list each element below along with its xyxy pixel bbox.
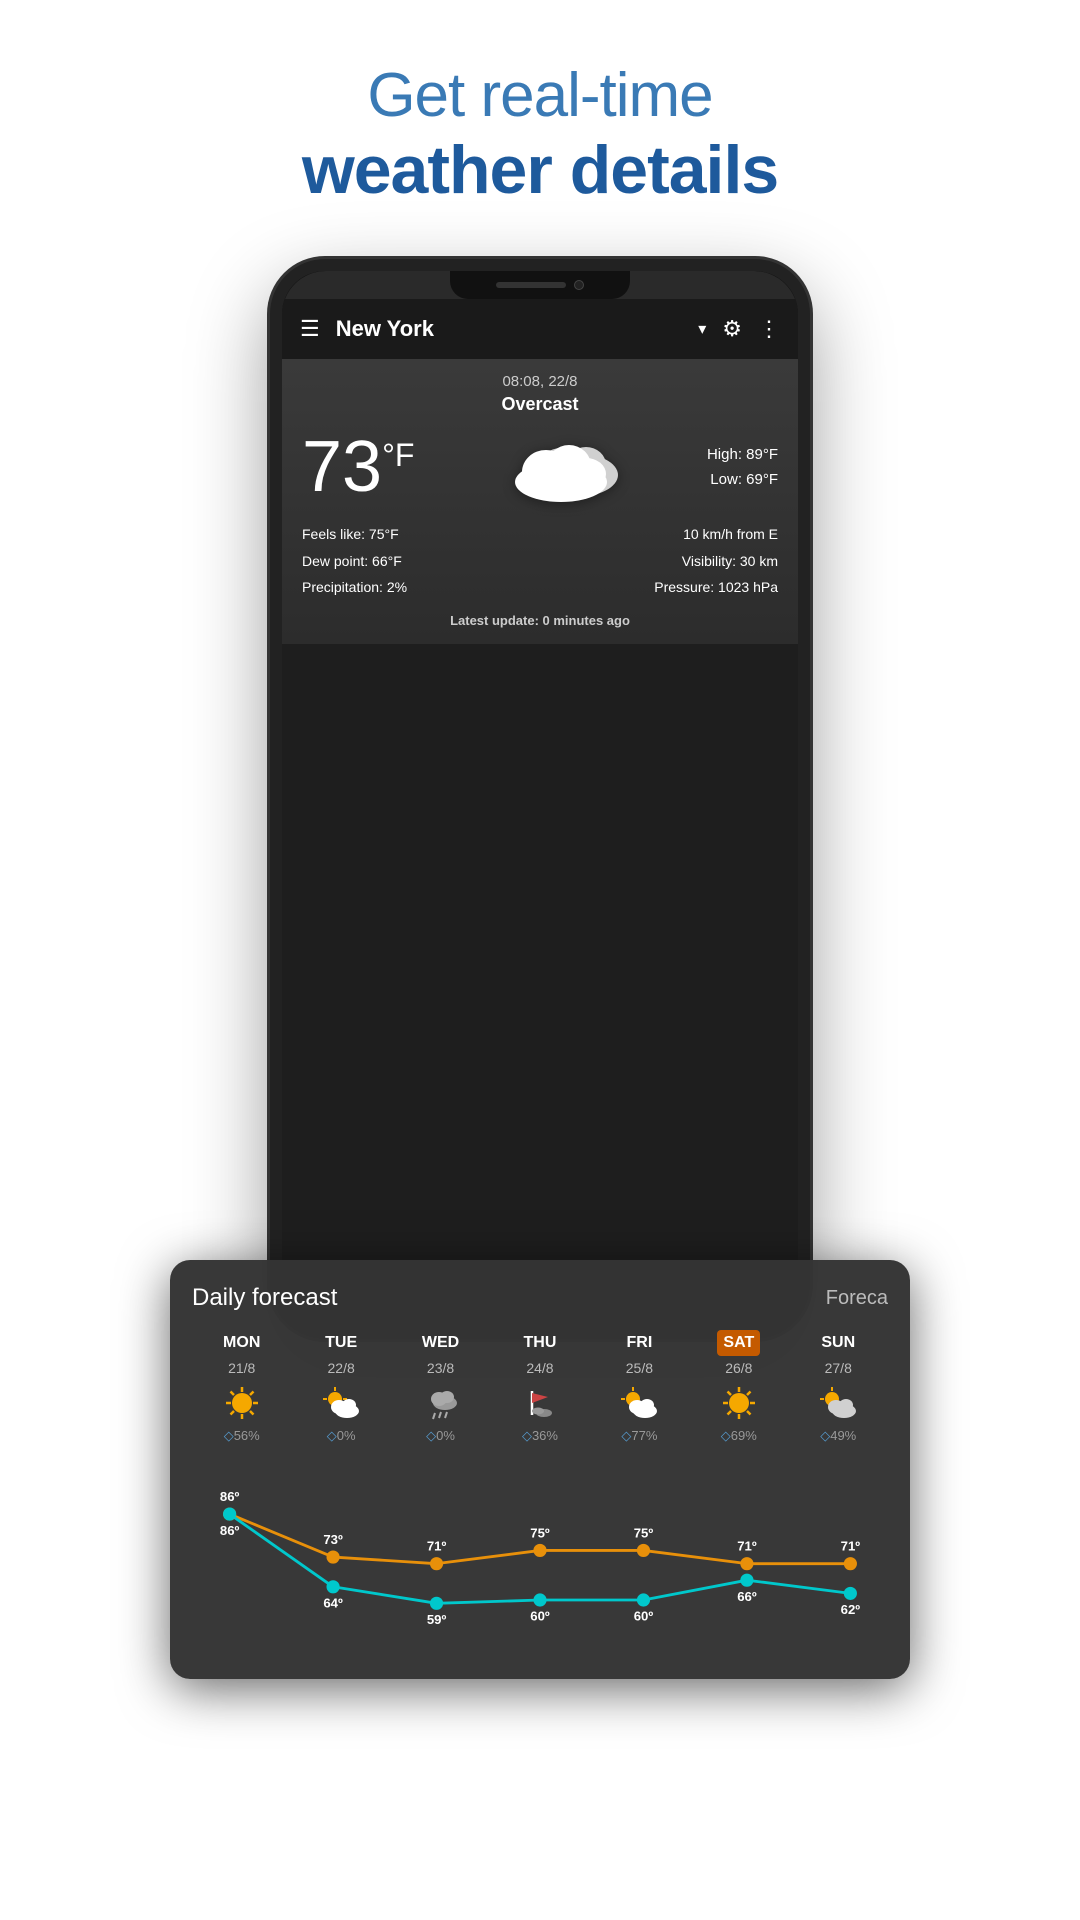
low-temp: Low: 69°F xyxy=(707,467,778,493)
dew-point: Dew point: 66°F xyxy=(302,548,407,575)
datetime: 08:08, 22/8 xyxy=(302,373,778,390)
day-precip: ◇69% xyxy=(721,1428,757,1444)
phone-container: ☰ New York ▾ ⚙ ⋮ 08:08, 22/8 Overcast 73… xyxy=(270,249,810,1339)
day-date: 25/8 xyxy=(626,1360,653,1376)
svg-text:60º: 60º xyxy=(634,1609,654,1624)
high-low: High: 89°F Low: 69°F xyxy=(707,442,778,493)
forecast-header: Daily forecast Foreca xyxy=(192,1284,888,1312)
feels-like: Feels like: 75°F xyxy=(302,521,407,548)
weather-main: 08:08, 22/8 Overcast 73°F xyxy=(282,359,798,644)
svg-text:75º: 75º xyxy=(634,1525,654,1540)
forecast-day-sat: SAT 26/8 ◇69% xyxy=(689,1330,788,1444)
phone-frame: ☰ New York ▾ ⚙ ⋮ 08:08, 22/8 Overcast 73… xyxy=(270,259,810,1339)
day-weather-icon xyxy=(619,1384,659,1422)
weather-details: Feels like: 75°F Dew point: 66°F Precipi… xyxy=(302,521,778,601)
svg-text:86º: 86º xyxy=(220,1489,240,1504)
header-section: Get real-time weather details xyxy=(302,60,778,209)
app-bar: ☰ New York ▾ ⚙ ⋮ xyxy=(282,299,798,359)
svg-text:75º: 75º xyxy=(530,1525,550,1540)
details-right: 10 km/h from E Visibility: 30 km Pressur… xyxy=(654,521,778,601)
day-weather-icon xyxy=(321,1384,361,1422)
svg-text:86º: 86º xyxy=(220,1523,240,1538)
day-date: 22/8 xyxy=(328,1360,355,1376)
camera-dot xyxy=(574,280,584,290)
hamburger-icon[interactable]: ☰ xyxy=(300,316,320,342)
forecast-day-sun: SUN 27/8 ◇49% xyxy=(789,1330,888,1444)
city-name: New York xyxy=(336,316,693,342)
day-weather-icon xyxy=(818,1384,858,1422)
temperature-unit: °F xyxy=(382,437,414,473)
day-precip: ◇77% xyxy=(621,1428,657,1444)
day-date: 23/8 xyxy=(427,1360,454,1376)
day-date: 26/8 xyxy=(725,1360,752,1376)
day-date: 27/8 xyxy=(825,1360,852,1376)
svg-text:66º: 66º xyxy=(737,1589,757,1604)
day-precip: ◇49% xyxy=(820,1428,856,1444)
temperature-graph: 86º 73º 71º 75º 75º 71º 71º 86º 64º 59º 60º 60º 66º 6… xyxy=(192,1454,888,1659)
day-precip: ◇0% xyxy=(426,1428,455,1444)
header-line1: Get real-time xyxy=(302,60,778,131)
forecast-title: Daily forecast xyxy=(192,1284,337,1312)
forecast-day-thu: THU 24/8 ◇36% xyxy=(490,1330,589,1444)
day-precip: ◇36% xyxy=(522,1428,558,1444)
forecast-day-fri: FRI 25/8 ◇77% xyxy=(590,1330,689,1444)
svg-text:59º: 59º xyxy=(427,1612,447,1627)
speaker-grille xyxy=(496,282,566,288)
svg-text:62º: 62º xyxy=(841,1602,861,1617)
high-temp: High: 89°F xyxy=(707,442,778,468)
temp-row: 73°F xyxy=(302,427,778,507)
precipitation: Precipitation: 2% xyxy=(302,574,407,601)
svg-text:73º: 73º xyxy=(323,1532,343,1547)
pressure: Pressure: 1023 hPa xyxy=(654,574,778,601)
svg-text:71º: 71º xyxy=(737,1538,757,1553)
more-options-icon[interactable]: ⋮ xyxy=(758,316,780,342)
day-precip: ◇0% xyxy=(327,1428,356,1444)
svg-text:71º: 71º xyxy=(427,1538,447,1553)
forecast-days-row: MON 21/8 ◇56% TUE 22/8 ◇0% WED 23/8 ◇0% THU 24/8 ◇3… xyxy=(192,1330,888,1444)
svg-text:60º: 60º xyxy=(530,1609,550,1624)
day-weather-icon xyxy=(423,1384,459,1422)
day-name: SAT xyxy=(717,1330,760,1356)
header-line2: weather details xyxy=(302,131,778,209)
day-name: TUE xyxy=(319,1330,363,1356)
weather-icon xyxy=(496,427,626,507)
foreca-brand: Foreca xyxy=(826,1287,888,1310)
day-weather-icon xyxy=(224,1384,260,1422)
gear-icon[interactable]: ⚙ xyxy=(722,316,742,342)
phone-screen: ☰ New York ▾ ⚙ ⋮ 08:08, 22/8 Overcast 73… xyxy=(282,271,798,1327)
day-name: WED xyxy=(416,1330,465,1356)
day-weather-icon xyxy=(522,1384,558,1422)
forecast-day-tue: TUE 22/8 ◇0% xyxy=(291,1330,390,1444)
forecast-panel: Daily forecast Foreca MON 21/8 ◇56% TUE 22/8… xyxy=(170,1260,910,1679)
svg-text:71º: 71º xyxy=(841,1538,861,1553)
day-date: 24/8 xyxy=(526,1360,553,1376)
temperature-value: 73 xyxy=(302,427,382,507)
condition-text: Overcast xyxy=(302,394,778,415)
day-name: SUN xyxy=(815,1330,861,1356)
day-date: 21/8 xyxy=(228,1360,255,1376)
phone-notch xyxy=(450,271,630,299)
forecast-day-wed: WED 23/8 ◇0% xyxy=(391,1330,490,1444)
details-left: Feels like: 75°F Dew point: 66°F Precipi… xyxy=(302,521,407,601)
day-weather-icon xyxy=(721,1384,757,1422)
latest-update: Latest update: 0 minutes ago xyxy=(302,613,778,628)
dropdown-arrow-icon[interactable]: ▾ xyxy=(698,319,706,339)
visibility: Visibility: 30 km xyxy=(654,548,778,575)
wind: 10 km/h from E xyxy=(654,521,778,548)
day-name: MON xyxy=(217,1330,266,1356)
temperature-display: 73°F xyxy=(302,431,414,503)
day-precip: ◇56% xyxy=(224,1428,260,1444)
svg-text:64º: 64º xyxy=(323,1595,343,1610)
day-name: FRI xyxy=(621,1330,659,1356)
day-name: THU xyxy=(518,1330,563,1356)
forecast-day-mon: MON 21/8 ◇56% xyxy=(192,1330,291,1444)
